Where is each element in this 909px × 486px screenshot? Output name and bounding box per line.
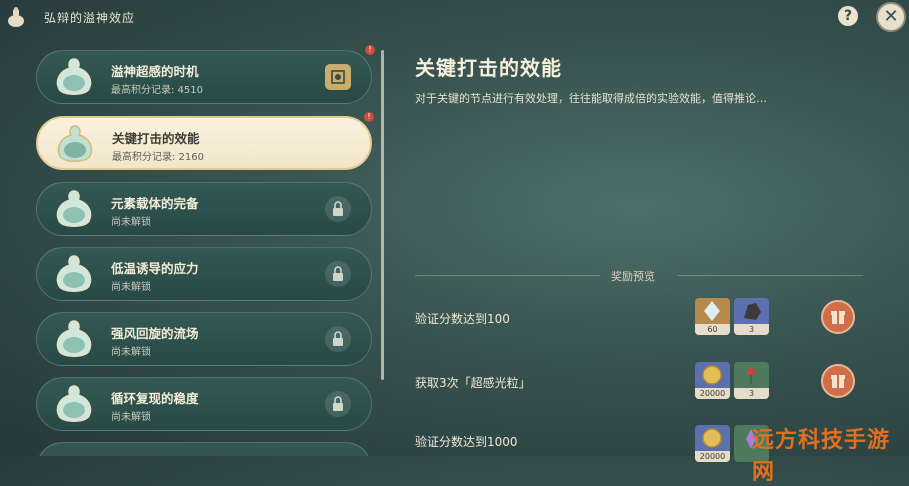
challenge-title: 元素载体的完备 (111, 196, 199, 211)
challenge-title: 溢神超感的时机 (111, 64, 199, 79)
rewards-header-label: 奖励预览 (611, 270, 655, 283)
completed-seal-icon (325, 64, 351, 90)
challenge-card[interactable]: 溢神超感的时机 最高积分记录: 4510 ! (36, 45, 375, 104)
reward-condition: 验证分数达到1000 (415, 435, 518, 449)
challenge-title: 关键打击的效能 (112, 131, 200, 146)
window-title: 弘辩的溢神效应 (44, 11, 136, 25)
reward-condition: 获取3次「超感光粒」 (415, 376, 531, 390)
vase-icon (49, 252, 99, 298)
challenge-score: 最高积分记录: 4510 (111, 85, 203, 96)
rewards-header: 奖励预览 (415, 268, 863, 283)
challenge-card[interactable]: 低温诱导的应力 尚未解锁 (36, 247, 372, 301)
challenge-status: 尚未解锁 (111, 347, 151, 358)
item-quantity: 3 (734, 324, 769, 335)
vase-icon (49, 382, 99, 428)
reward-row: 验证分数达到100 60 3 (415, 298, 875, 338)
challenge-card-selected[interactable]: 关键打击的效能 最高积分记录: 2160 ! (36, 112, 374, 170)
challenge-score: 最高积分记录: 2160 (112, 152, 204, 163)
challenge-title: 低温诱导的应力 (111, 261, 199, 276)
list-scrollbar[interactable] (381, 50, 384, 380)
item-quantity: 20000 (695, 451, 730, 462)
item-quantity: 60 (695, 324, 730, 335)
vase-icon (49, 55, 99, 101)
mora-coin-icon[interactable]: 20000 (695, 362, 730, 399)
challenge-card[interactable]: 循环复现的稳度 尚未解锁 (36, 377, 372, 431)
challenge-status: 尚未解锁 (111, 282, 151, 293)
reward-row: 获取3次「超感光粒」 20000 3 (415, 362, 875, 402)
lock-icon (325, 326, 351, 352)
lock-icon (325, 391, 351, 417)
vase-icon (50, 122, 100, 168)
item-quantity: 3 (734, 388, 769, 399)
flower-material-icon[interactable]: 3 (734, 362, 769, 399)
top-bar: 弘辩的溢神效应 ? ✕ (0, 0, 909, 34)
challenge-list: 溢神超感的时机 最高积分记录: 4510 ! 关键打击的效能 最高积分记录: 2… (30, 42, 380, 456)
divider (678, 275, 863, 276)
challenge-status: 尚未解锁 (111, 217, 151, 228)
challenge-card[interactable]: 元素载体的完备 尚未解锁 (36, 182, 372, 236)
item-quantity: 20000 (695, 388, 730, 399)
new-badge: ! (365, 45, 375, 55)
challenge-title: 循环复现的稳度 (111, 391, 199, 406)
mora-coin-icon[interactable]: 20000 (695, 425, 730, 462)
challenge-card-partial[interactable] (36, 442, 372, 456)
lock-icon (325, 196, 351, 222)
detail-title: 关键打击的效能 (415, 56, 562, 80)
new-badge: ! (364, 112, 374, 122)
event-vase-icon (4, 5, 28, 29)
detail-description: 对于关键的节点进行有效处理，往往能取得成倍的实验效能，值得推论… (415, 92, 767, 105)
ore-icon[interactable]: 3 (734, 298, 769, 335)
challenge-status: 尚未解锁 (111, 412, 151, 423)
divider (415, 275, 600, 276)
watermark: 远方科技手游网 (752, 428, 891, 485)
gift-icon[interactable] (821, 300, 855, 334)
vase-icon (49, 317, 99, 363)
crystal-icon[interactable]: 60 (695, 298, 730, 335)
challenge-card[interactable]: 强风回旋的流场 尚未解锁 (36, 312, 372, 366)
vase-icon (49, 187, 99, 233)
challenge-title: 强风回旋的流场 (111, 326, 199, 341)
gift-icon[interactable] (821, 364, 855, 398)
close-button[interactable]: ✕ (876, 2, 906, 32)
reward-condition: 验证分数达到100 (415, 312, 510, 326)
help-button[interactable]: ? (838, 6, 858, 26)
lock-icon (325, 261, 351, 287)
